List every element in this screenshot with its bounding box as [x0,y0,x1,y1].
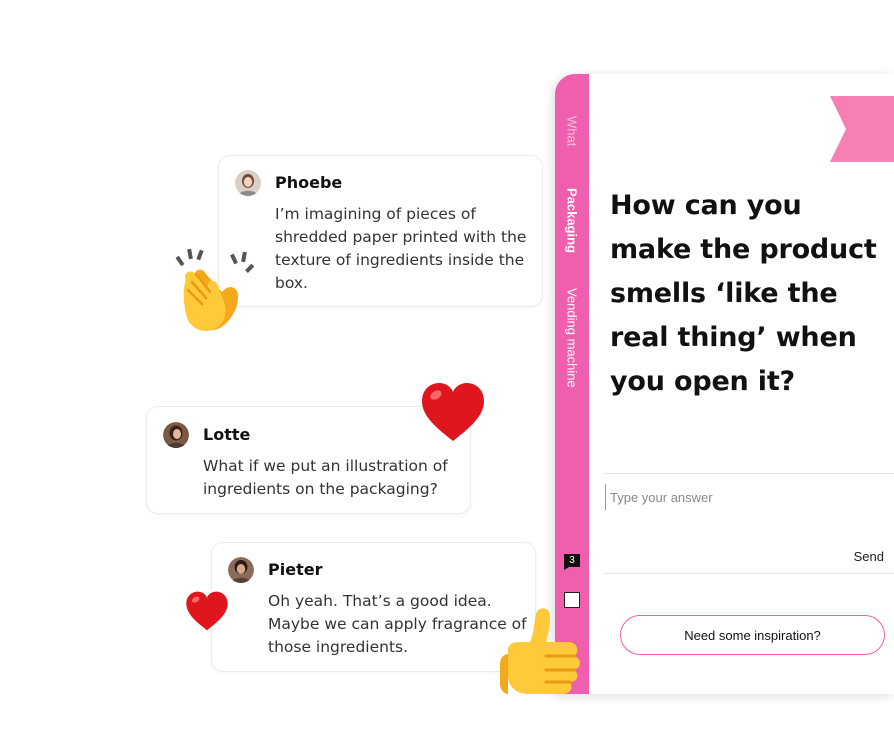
red-heart-icon [422,383,484,441]
tab-vending-machine[interactable]: Vending machine [555,288,589,398]
send-button[interactable]: Send [854,549,884,564]
chat-message-card: Pieter Oh yeah. That’s a good idea. Mayb… [211,542,536,672]
answer-input[interactable] [605,484,885,510]
question-heading: How can you make the product smells ‘lik… [610,190,877,397]
answer-area: Send [603,473,894,574]
thumbs-up-icon [500,608,580,694]
author-name: Lotte [203,425,251,444]
tab-what[interactable]: What [555,116,589,156]
need-inspiration-button[interactable]: Need some inspiration? [620,615,885,655]
avatar [228,557,254,583]
message-text: I’m imagining of pieces of shredded pape… [275,205,527,292]
clapping-hands-icon [175,248,255,332]
avatar [163,422,189,448]
message-text: What if we put an illustration of ingred… [203,457,448,498]
chat-message-card: Phoebe I’m imagining of pieces of shredd… [218,155,543,307]
message-text: Oh yeah. That’s a good idea. Maybe we ca… [268,592,527,656]
red-heart-icon [186,591,228,631]
ribbon-bookmark-icon [830,96,894,162]
avatar [235,170,261,196]
author-name: Pieter [268,560,323,579]
app-panel: What Packaging Vending machine 3 How can… [555,74,894,694]
author-name: Phoebe [275,173,343,192]
side-navigation-rail: What Packaging Vending machine 3 [555,74,589,694]
tab-packaging[interactable]: Packaging [555,188,589,258]
comment-count: 3 [569,555,575,566]
